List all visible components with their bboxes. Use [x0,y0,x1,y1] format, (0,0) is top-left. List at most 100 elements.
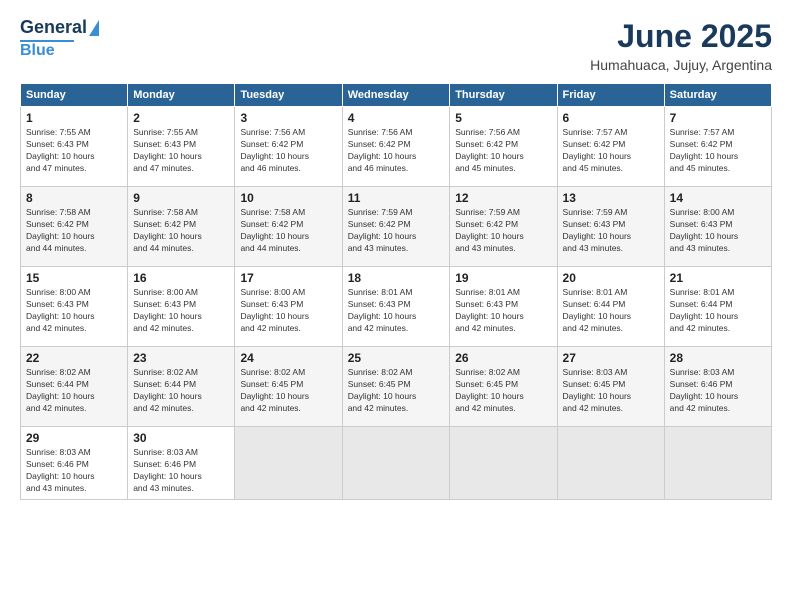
day-info: Sunrise: 7:59 AMSunset: 6:43 PMDaylight:… [563,207,632,253]
day-info: Sunrise: 8:01 AMSunset: 6:44 PMDaylight:… [670,287,739,333]
table-row: 17Sunrise: 8:00 AMSunset: 6:43 PMDayligh… [235,267,342,347]
logo: General Blue [20,18,99,59]
day-number: 13 [563,191,659,205]
day-info: Sunrise: 8:02 AMSunset: 6:45 PMDaylight:… [240,367,309,413]
day-number: 8 [26,191,122,205]
day-info: Sunrise: 8:03 AMSunset: 6:46 PMDaylight:… [133,447,202,493]
table-row [342,427,450,500]
day-info: Sunrise: 7:55 AMSunset: 6:43 PMDaylight:… [26,127,95,173]
day-info: Sunrise: 8:00 AMSunset: 6:43 PMDaylight:… [240,287,309,333]
col-sunday: Sunday [21,84,128,107]
day-number: 21 [670,271,766,285]
day-info: Sunrise: 7:58 AMSunset: 6:42 PMDaylight:… [26,207,95,253]
table-row: 16 Sunrise: 8:00 AMSunset: 6:43 PMDayligh… [128,267,235,347]
table-row: 4 Sunrise: 7:56 AMSunset: 6:42 PMDaylight… [342,107,450,187]
table-row [664,427,771,500]
table-row: 19Sunrise: 8:01 AMSunset: 6:43 PMDayligh… [450,267,557,347]
day-number: 16 [133,271,229,285]
table-row [450,427,557,500]
table-row: 30 Sunrise: 8:03 AMSunset: 6:46 PMDayligh… [128,427,235,500]
day-number: 9 [133,191,229,205]
table-row: 1 Sunrise: 7:55 AMSunset: 6:43 PMDaylight… [21,107,128,187]
table-row: 18 Sunrise: 8:01 AMSunset: 6:43 PMDayligh… [342,267,450,347]
day-number: 11 [348,191,445,205]
day-number: 18 [348,271,445,285]
subtitle: Humahuaca, Jujuy, Argentina [590,57,772,73]
table-row: 10Sunrise: 7:58 AMSunset: 6:42 PMDayligh… [235,187,342,267]
table-row: 23Sunrise: 8:02 AMSunset: 6:44 PMDayligh… [128,347,235,427]
day-info: Sunrise: 8:00 AMSunset: 6:43 PMDaylight:… [26,287,95,333]
day-info: Sunrise: 8:02 AMSunset: 6:45 PMDaylight:… [348,367,417,413]
day-info: Sunrise: 8:03 AMSunset: 6:45 PMDaylight:… [563,367,632,413]
main-title: June 2025 [590,18,772,55]
day-number: 2 [133,111,229,125]
table-row: 13 Sunrise: 7:59 AMSunset: 6:43 PMDayligh… [557,187,664,267]
table-row: 25Sunrise: 8:02 AMSunset: 6:45 PMDayligh… [342,347,450,427]
day-info: Sunrise: 7:59 AMSunset: 6:42 PMDaylight:… [455,207,524,253]
day-number: 4 [348,111,445,125]
page: General Blue June 2025 Humahuaca, Jujuy,… [0,0,792,612]
table-row: 29 Sunrise: 8:03 AMSunset: 6:46 PMDayligh… [21,427,128,500]
header: General Blue June 2025 Humahuaca, Jujuy,… [20,18,772,73]
day-info: Sunrise: 7:56 AMSunset: 6:42 PMDaylight:… [240,127,309,173]
table-row: 26 Sunrise: 8:02 AMSunset: 6:45 PMDayligh… [450,347,557,427]
day-number: 20 [563,271,659,285]
table-row: 5 Sunrise: 7:56 AMSunset: 6:42 PMDaylight… [450,107,557,187]
day-info: Sunrise: 8:01 AMSunset: 6:43 PMDaylight:… [348,287,417,333]
col-wednesday: Wednesday [342,84,450,107]
title-area: June 2025 Humahuaca, Jujuy, Argentina [590,18,772,73]
day-number: 27 [563,351,659,365]
table-row: 15 Sunrise: 8:00 AMSunset: 6:43 PMDayligh… [21,267,128,347]
day-info: Sunrise: 7:56 AMSunset: 6:42 PMDaylight:… [455,127,524,173]
table-row: 2 Sunrise: 7:55 AMSunset: 6:43 PMDaylight… [128,107,235,187]
table-row: 27 Sunrise: 8:03 AMSunset: 6:45 PMDayligh… [557,347,664,427]
day-number: 23 [133,351,229,365]
day-info: Sunrise: 8:00 AMSunset: 6:43 PMDaylight:… [670,207,739,253]
day-number: 5 [455,111,551,125]
day-info: Sunrise: 7:58 AMSunset: 6:42 PMDaylight:… [240,207,309,253]
col-monday: Monday [128,84,235,107]
col-tuesday: Tuesday [235,84,342,107]
table-row: 7 Sunrise: 7:57 AMSunset: 6:42 PMDaylight… [664,107,771,187]
day-number: 15 [26,271,122,285]
day-info: Sunrise: 7:58 AMSunset: 6:42 PMDaylight:… [133,207,202,253]
day-number: 6 [563,111,659,125]
day-number: 7 [670,111,766,125]
day-number: 24 [240,351,336,365]
day-number: 29 [26,431,122,445]
table-row [557,427,664,500]
calendar-header-row: Sunday Monday Tuesday Wednesday Thursday… [21,84,772,107]
table-row [235,427,342,500]
table-row: 24 Sunrise: 8:02 AMSunset: 6:45 PMDayligh… [235,347,342,427]
day-number: 3 [240,111,336,125]
logo-text-blue: Blue [20,42,55,60]
table-row: 22Sunrise: 8:02 AMSunset: 6:44 PMDayligh… [21,347,128,427]
table-row: 21 Sunrise: 8:01 AMSunset: 6:44 PMDayligh… [664,267,771,347]
logo-triangle-icon [89,20,99,36]
col-saturday: Saturday [664,84,771,107]
logo-text-general: General [20,18,87,38]
table-row: 11 Sunrise: 7:59 AMSunset: 6:42 PMDayligh… [342,187,450,267]
table-row: 3 Sunrise: 7:56 AMSunset: 6:42 PMDaylight… [235,107,342,187]
day-number: 28 [670,351,766,365]
table-row: 6 Sunrise: 7:57 AMSunset: 6:42 PMDaylight… [557,107,664,187]
table-row: 14 Sunrise: 8:00 AMSunset: 6:43 PMDayligh… [664,187,771,267]
day-info: Sunrise: 8:03 AMSunset: 6:46 PMDaylight:… [26,447,95,493]
table-row: 9 Sunrise: 7:58 AMSunset: 6:42 PMDaylight… [128,187,235,267]
day-info: Sunrise: 8:02 AMSunset: 6:45 PMDaylight:… [455,367,524,413]
day-info: Sunrise: 7:55 AMSunset: 6:43 PMDaylight:… [133,127,202,173]
day-number: 1 [26,111,122,125]
day-number: 30 [133,431,229,445]
day-info: Sunrise: 8:03 AMSunset: 6:46 PMDaylight:… [670,367,739,413]
day-info: Sunrise: 8:01 AMSunset: 6:43 PMDaylight:… [455,287,524,333]
day-info: Sunrise: 7:57 AMSunset: 6:42 PMDaylight:… [563,127,632,173]
day-info: Sunrise: 8:00 AMSunset: 6:43 PMDaylight:… [133,287,202,333]
col-thursday: Thursday [450,84,557,107]
table-row: 20Sunrise: 8:01 AMSunset: 6:44 PMDayligh… [557,267,664,347]
table-row: 12Sunrise: 7:59 AMSunset: 6:42 PMDayligh… [450,187,557,267]
day-info: Sunrise: 7:56 AMSunset: 6:42 PMDaylight:… [348,127,417,173]
day-info: Sunrise: 7:57 AMSunset: 6:42 PMDaylight:… [670,127,739,173]
day-number: 26 [455,351,551,365]
day-info: Sunrise: 7:59 AMSunset: 6:42 PMDaylight:… [348,207,417,253]
day-number: 14 [670,191,766,205]
